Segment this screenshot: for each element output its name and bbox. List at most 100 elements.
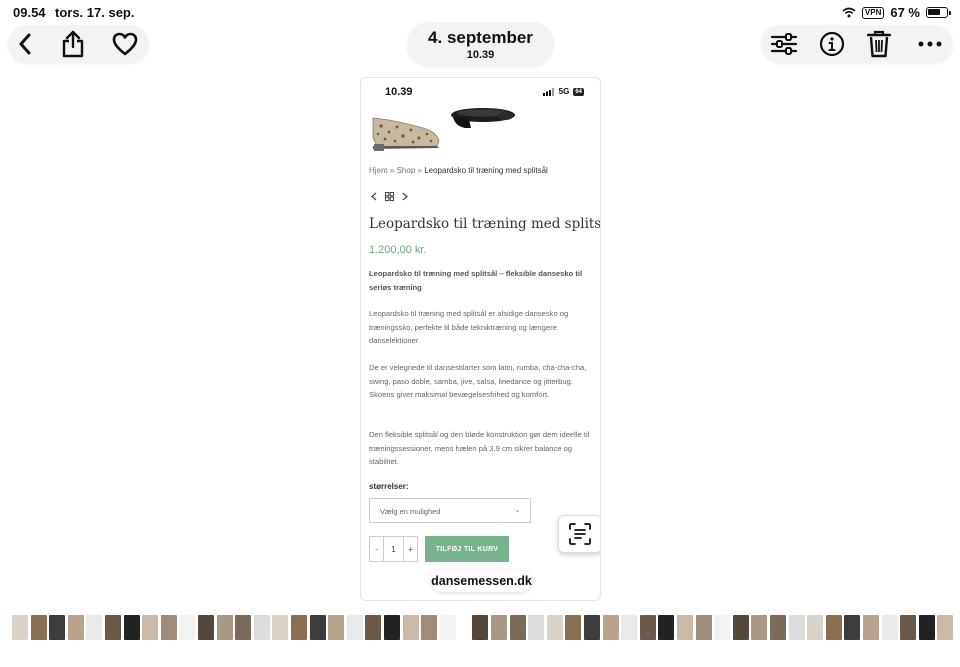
trash-icon[interactable] (864, 29, 894, 59)
thumbnail-item[interactable] (421, 615, 438, 640)
domain-label[interactable]: dansemessen.dk (431, 570, 532, 592)
leopard-shoe-image[interactable] (369, 108, 443, 152)
thumbnail-item[interactable] (621, 615, 638, 640)
breadcrumb-home[interactable]: Hjem (369, 166, 388, 175)
thumbnail-item[interactable] (142, 615, 159, 640)
thumbnail-item[interactable] (365, 615, 382, 640)
screenshot-battery: 64 (573, 87, 584, 96)
breadcrumb-current: Leopardsko til træning med splitsål (424, 166, 548, 175)
product-description-3: Den fleksible splitsål og den bløde kons… (369, 430, 590, 467)
thumbnail-item[interactable] (439, 615, 456, 640)
thumbnail-item[interactable] (695, 615, 712, 640)
thumbnail-item[interactable] (235, 615, 252, 640)
product-description-1: Leopardsko til træning med splitsål er a… (369, 309, 569, 346)
title-pill: 4. september 10.39 (407, 22, 554, 66)
grid-icon[interactable] (385, 192, 394, 201)
thumbnail-item[interactable] (714, 615, 731, 640)
thumbnail-item[interactable] (565, 615, 582, 640)
thumbnail-item[interactable] (863, 615, 879, 640)
status-time: 09.54 (13, 5, 46, 20)
adjust-icon[interactable] (769, 29, 799, 59)
black-sole-image[interactable] (447, 104, 517, 134)
thumbnail-strip[interactable] (0, 615, 960, 640)
thumbnail-item[interactable] (918, 615, 935, 640)
thumbnail-item[interactable] (309, 615, 326, 640)
thumbnail-item[interactable] (658, 615, 675, 640)
thumbnail-item[interactable] (639, 615, 656, 640)
live-text-button[interactable] (558, 515, 600, 553)
thumbnail-item[interactable] (825, 615, 842, 640)
heart-icon[interactable] (110, 29, 140, 59)
thumbnail-item[interactable] (198, 615, 214, 640)
thumbnail-item[interactable] (937, 615, 954, 640)
qty-input[interactable]: 1 (384, 536, 403, 562)
thumbnail-item[interactable] (216, 615, 233, 640)
thumbnail-item[interactable] (67, 615, 84, 640)
size-select[interactable]: Vælg en mulighed ⌄ (369, 498, 531, 523)
thumbnail-item[interactable] (528, 615, 545, 640)
add-to-cart-button[interactable]: TILFØJ TIL KURV (425, 536, 509, 562)
network-label: 5G (558, 87, 570, 96)
wifi-icon (842, 7, 856, 18)
thumbnail-item[interactable] (844, 615, 861, 640)
thumbnail-item[interactable] (584, 615, 600, 640)
product-navigation (371, 192, 408, 201)
thumbnail-item[interactable] (253, 615, 270, 640)
status-indicators: VPN 67 % (842, 5, 951, 20)
breadcrumb-separator: » (389, 166, 395, 175)
back-icon[interactable] (10, 29, 40, 59)
product-price: 1.200,00 kr. (369, 244, 427, 256)
thumbnail-item[interactable] (677, 615, 693, 640)
prev-product-icon[interactable] (371, 192, 377, 201)
thumbnail-item[interactable] (160, 615, 177, 640)
thumbnail-item[interactable] (123, 615, 140, 640)
thumbnail-item[interactable] (881, 615, 898, 640)
thumbnail-item[interactable] (546, 615, 563, 640)
thumbnail-item[interactable] (732, 615, 749, 640)
thumbnail-item[interactable] (402, 615, 419, 640)
qty-minus-button[interactable]: - (369, 536, 384, 562)
thumbnail-item[interactable] (346, 615, 363, 640)
info-icon[interactable] (817, 29, 847, 59)
thumbnail-item[interactable] (105, 615, 121, 640)
thumbnail-item[interactable] (179, 615, 196, 640)
chevron-down-icon: ⌄ (514, 505, 521, 514)
screenshot-status-icons: 5G 64 (542, 87, 584, 96)
thumbnail-item[interactable] (86, 615, 103, 640)
breadcrumb-separator: » (417, 166, 422, 175)
thumbnail-item[interactable] (751, 615, 768, 640)
page-subtitle: 10.39 (466, 49, 495, 61)
page-title: 4. september (428, 28, 533, 47)
thumbnail-item[interactable] (384, 615, 400, 640)
thumbnail-item[interactable] (491, 615, 507, 640)
thumbnail-item[interactable] (602, 615, 619, 640)
thumbnail-item[interactable] (272, 615, 289, 640)
share-icon[interactable] (58, 29, 88, 59)
thumbnail-item[interactable] (472, 615, 489, 640)
right-toolbar (761, 25, 953, 63)
screenshot-preview[interactable]: 10.39 5G 64 Hjem » Shop » Leopardsko til… (360, 77, 601, 601)
breadcrumb-shop[interactable]: Shop (397, 166, 416, 175)
more-icon[interactable] (915, 29, 945, 59)
next-product-icon[interactable] (402, 192, 408, 201)
thumbnail-item[interactable] (12, 615, 28, 640)
vpn-badge: VPN (861, 6, 885, 19)
product-title: Leopardsko til træning med splitsål (369, 216, 601, 232)
quantity-stepper: - 1 + (369, 536, 418, 562)
qty-plus-button[interactable]: + (403, 536, 418, 562)
thumbnail-item[interactable] (291, 615, 307, 640)
product-intro: Leopardsko til træning med splitsål – fl… (369, 269, 583, 292)
status-date: tors. 17. sep. (55, 5, 135, 20)
thumbnail-item[interactable] (49, 615, 66, 640)
battery-percent: 67 % (890, 5, 920, 20)
screenshot-time: 10.39 (385, 86, 413, 98)
screenshot-status-bar: 10.39 5G 64 (361, 86, 600, 100)
thumbnail-item[interactable] (900, 615, 917, 640)
thumbnail-item[interactable] (788, 615, 805, 640)
thumbnail-item[interactable] (509, 615, 526, 640)
thumbnail-item[interactable] (328, 615, 345, 640)
thumbnail-item[interactable] (807, 615, 824, 640)
thumbnail-item[interactable] (30, 615, 47, 640)
thumbnail-item[interactable] (770, 615, 786, 640)
size-label: størrelser: (369, 482, 409, 491)
